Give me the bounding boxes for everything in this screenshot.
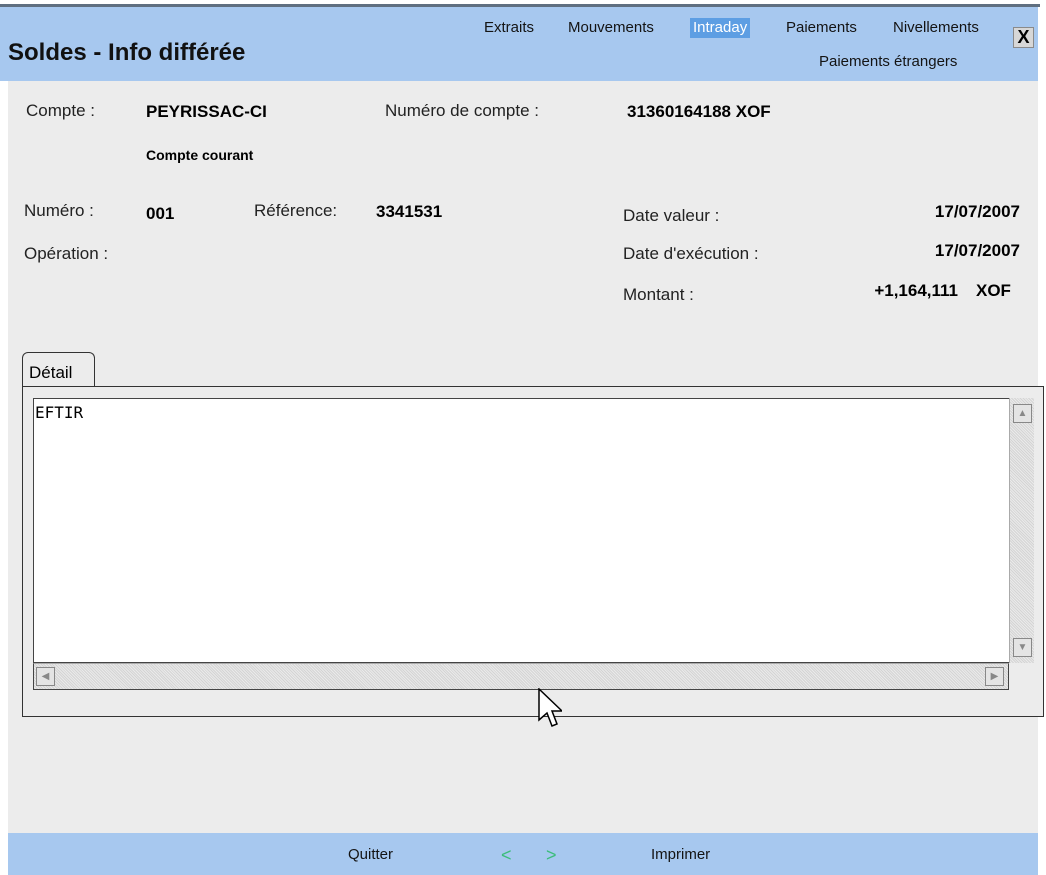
window: Soldes - Info différée Extraits Mouvemen… — [0, 0, 1046, 875]
nav-extraits[interactable]: Extraits — [484, 19, 534, 36]
scroll-corner — [1009, 663, 1034, 690]
montant-label: Montant : — [623, 285, 694, 304]
date-execution-label: Date d'exécution : — [623, 244, 759, 263]
date-valeur-value: 17/07/2007 — [934, 202, 1020, 221]
close-icon: X — [1017, 27, 1030, 47]
next-arrow-icon[interactable]: > — [546, 845, 557, 866]
date-valeur-label: Date valeur : — [623, 206, 720, 225]
nav-nivellements[interactable]: Nivellements — [893, 19, 979, 36]
mouse-cursor-icon — [538, 688, 562, 727]
numero-label: Numéro : — [24, 201, 94, 220]
date-execution-value: 17/07/2007 — [934, 241, 1020, 260]
compte-value: PEYRISSAC-CI — [146, 102, 267, 121]
nav-paiements-etrangers[interactable]: Paiements étrangers — [819, 53, 957, 70]
close-button[interactable]: X — [1013, 27, 1034, 48]
scroll-down-arrow-icon[interactable]: ▼ — [1013, 638, 1032, 657]
print-button[interactable]: Imprimer — [651, 846, 710, 863]
operation-label: Opération : — [24, 244, 109, 263]
nav-intraday[interactable]: Intraday — [690, 18, 751, 38]
footer-bar: Quitter < > Imprimer — [8, 833, 1038, 875]
tab-detail-label: Détail — [29, 363, 73, 382]
compte-type: Compte courant — [146, 147, 254, 163]
scroll-left-arrow-icon[interactable]: ◀ — [36, 667, 55, 686]
montant-currency: XOF — [976, 281, 1011, 300]
reference-value: 3341531 — [376, 202, 443, 221]
prev-arrow-icon[interactable]: < — [501, 845, 512, 866]
compte-label: Compte : — [26, 101, 95, 120]
tab-detail[interactable]: Détail — [22, 352, 95, 386]
nav-paiements[interactable]: Paiements — [786, 19, 857, 36]
vertical-scrollbar[interactable]: ▲ ▼ — [1009, 398, 1034, 663]
quit-button[interactable]: Quitter — [348, 846, 393, 863]
detail-text: EFTIR — [35, 403, 84, 422]
detail-textarea[interactable]: EFTIR — [33, 398, 1020, 663]
reference-label: Référence: — [254, 201, 338, 220]
scroll-right-arrow-icon[interactable]: ▶ — [985, 667, 1004, 686]
scroll-up-arrow-icon[interactable]: ▲ — [1013, 404, 1032, 423]
horizontal-scrollbar[interactable]: ◀ ▶ — [33, 663, 1009, 690]
numero-value: 001 — [146, 204, 175, 223]
page-title: Soldes - Info différée — [8, 39, 246, 66]
nav-mouvements[interactable]: Mouvements — [568, 19, 654, 36]
numero-compte-label: Numéro de compte : — [385, 101, 540, 120]
detail-panel: EFTIR ▲ ▼ ◀ ▶ — [22, 386, 1044, 717]
montant-value: +1,164,111 — [874, 281, 958, 300]
header-bar: Soldes - Info différée Extraits Mouvemen… — [0, 7, 1038, 81]
numero-compte-value: 31360164188 XOF — [627, 102, 771, 121]
